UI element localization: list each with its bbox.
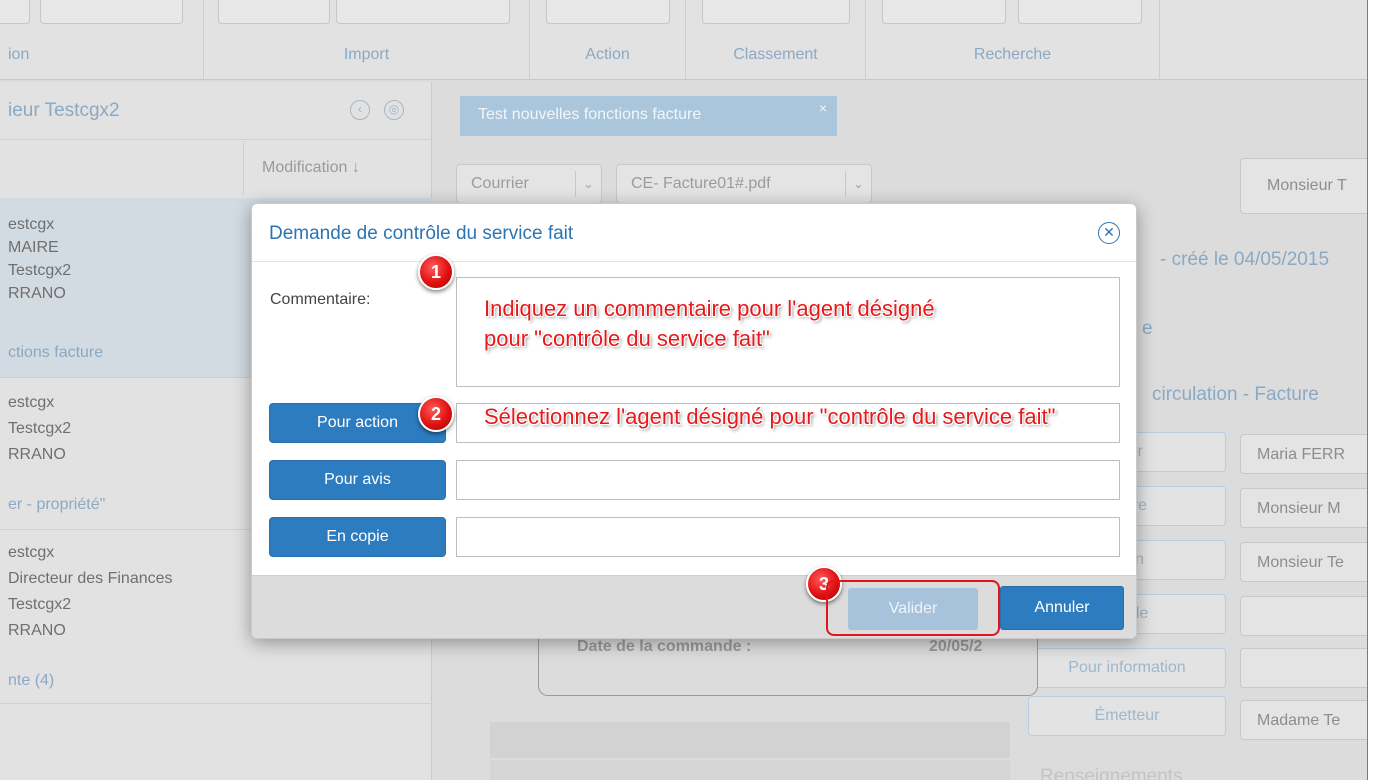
sort-modification[interactable]: Modification ↓ [243,141,431,195]
list-item-line: Directeur des Finances [8,570,173,587]
filter-icon[interactable]: ◎ [384,100,404,120]
doc-type-select[interactable]: Courrier ⌄ [456,164,602,204]
list-item-line: estcgx [8,394,55,411]
list-item-subject[interactable]: er - propriété" [8,496,105,514]
toolbar-button[interactable] [702,0,850,24]
document-tab[interactable]: Test nouvelles fonctions facture × [460,96,837,136]
section-bar [490,760,1010,780]
pour-avis-button[interactable]: Pour avis [269,460,446,500]
list-item-line: Testcgx2 [8,420,72,437]
toolbar-button[interactable] [1018,0,1142,24]
step-marker-2: 2 [418,396,454,432]
dialog-header: Demande de contrôle du service fait ✕ [252,204,1136,262]
close-icon[interactable]: × [819,100,827,116]
toolbar-button[interactable] [882,0,1006,24]
role-button[interactable]: Émetteur [1028,696,1226,736]
window-border [1367,0,1375,780]
en-copie-button[interactable]: En copie [269,517,446,557]
created-info: - créé le 04/05/2015 [1160,249,1330,270]
list-item-line: RRANO [8,446,66,463]
section-fragment: e [1142,318,1153,339]
renseignements-title: Renseignements [1040,766,1183,780]
list-item-subject[interactable]: ctions facture [8,344,103,362]
document-tab-label: Test nouvelles fonctions facture [478,106,702,123]
annotation-text-1b: pour "contrôle du service fait" [484,326,770,351]
chevron-down-icon: ⌄ [575,171,601,197]
chevron-left-icon[interactable]: ‹ [350,100,370,120]
chevron-down-icon: ⌄ [845,171,871,197]
mail-list-owner: ieur Testcgx2 [8,100,120,121]
role-value: Madame Te [1240,700,1375,740]
toolbar-group-label: Recherche [973,46,1052,63]
toolbar-button[interactable] [218,0,330,24]
role-value [1240,596,1375,636]
role-button[interactable]: Pour information [1028,648,1226,688]
list-item-line: Testcgx2 [8,596,72,613]
mail-list-header: ieur Testcgx2 ‹ ◎ [0,82,432,140]
circulation-title: circulation - Facture [1152,384,1319,405]
recipient-field[interactable]: Monsieur T [1240,158,1375,214]
role-value: Monsieur M [1240,488,1375,528]
card-value: 20/05/2 [929,638,983,655]
toolbar-group-classement: Classement [686,0,866,80]
toolbar-group-label: Action [585,46,630,63]
toolbar-group-label: Classement [733,46,818,63]
toolbar-button[interactable] [0,0,30,24]
list-item-line: estcgx [8,544,55,561]
annuler-button[interactable]: Annuler [1000,586,1124,630]
role-value: Maria FERR [1240,434,1375,474]
toolbar-button[interactable] [546,0,670,24]
en-copie-field[interactable] [456,517,1120,557]
dialog-footer: Valider Annuler [252,575,1136,638]
list-item-line: Testcgx2 [8,262,72,279]
valider-highlight-box [826,580,1000,636]
toolbar-group-import: Import [204,0,530,80]
annotation-text-2: Sélectionnez l'agent désigné pour "contr… [484,404,1056,429]
card-label: Date de la commande : [577,638,752,655]
doc-file-value: CE- Facture01#.pdf [631,175,771,192]
list-item-line: RRANO [8,285,66,302]
annotation-text-1a: Indiquez un commentaire pour l'agent dés… [484,296,935,321]
ribbon-toolbar: ion Import Action Classement Recherche [0,0,1375,80]
section-bar [490,722,1010,758]
pour-avis-field[interactable] [456,460,1120,500]
toolbar-group-ion: ion [0,0,204,80]
list-item-line: RRANO [8,622,66,639]
doc-file-select[interactable]: CE- Facture01#.pdf ⌄ [616,164,872,204]
dialog-title: Demande de contrôle du service fait [269,223,574,244]
toolbar-group-label: ion [8,46,30,63]
doc-type-value: Courrier [471,175,529,192]
role-value [1240,648,1375,688]
close-icon[interactable]: ✕ [1098,222,1120,244]
toolbar-group-recherche: Recherche [866,0,1160,80]
toolbar-group-action: Action [530,0,686,80]
list-item-subject[interactable]: nte (4) [8,672,54,690]
list-item-line: MAIRE [8,239,59,256]
list-item-line: estcgx [8,216,55,233]
toolbar-button[interactable] [40,0,183,24]
step-marker-1: 1 [418,254,454,290]
role-value: Monsieur Te [1240,542,1375,582]
toolbar-group-label: Import [343,46,390,63]
comment-label: Commentaire: [270,291,371,308]
toolbar-button[interactable] [336,0,510,24]
